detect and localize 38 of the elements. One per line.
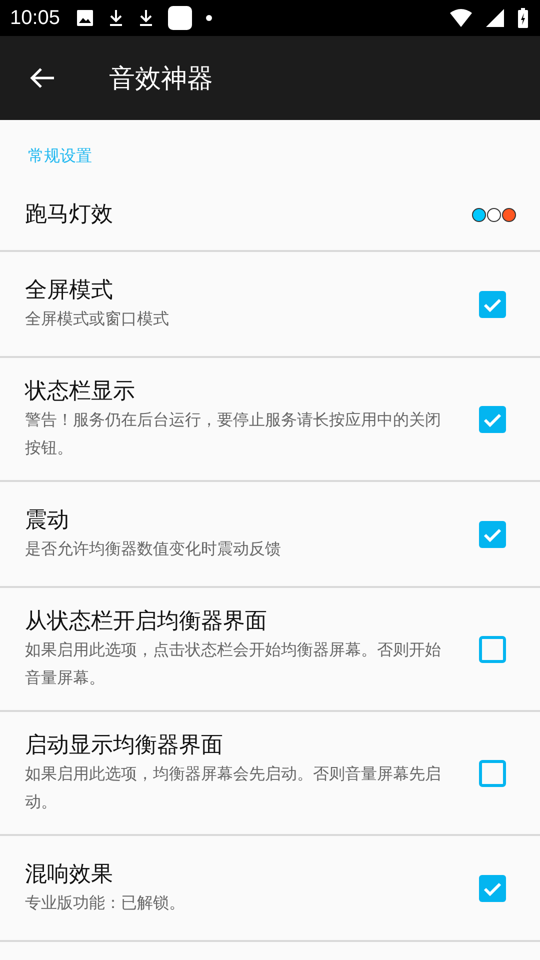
checkbox[interactable] bbox=[479, 636, 506, 662]
dot-icon bbox=[206, 15, 212, 21]
square-icon bbox=[168, 6, 192, 30]
setting-summary: 如果启用此选项，点击状态栏会开始均衡器屏幕。否则开始音量屏幕。 bbox=[25, 639, 442, 689]
setting-row[interactable]: 启动显示均衡器界面 如果启用此选项，均衡器屏幕会先启动。否则音量屏幕先启动。 bbox=[0, 712, 540, 836]
status-time: 10:05 bbox=[10, 6, 60, 30]
setting-title: 震动 bbox=[25, 507, 70, 535]
setting-summary: 专业版功能：已解锁。 bbox=[25, 892, 186, 914]
setting-title: 状态栏显示 bbox=[25, 378, 136, 406]
setting-title: 启动显示均衡器界面 bbox=[25, 732, 224, 760]
checkbox[interactable] bbox=[479, 290, 506, 318]
checkbox[interactable] bbox=[479, 406, 506, 432]
setting-title: 从状态栏开启均衡器界面 bbox=[25, 608, 268, 636]
battery-icon bbox=[518, 8, 528, 28]
setting-summary: 全屏模式或窗口模式 bbox=[25, 308, 170, 330]
setting-title: 全屏模式 bbox=[25, 277, 114, 305]
setting-summary: 如果启用此选项，均衡器屏幕会先启动。否则音量屏幕先启动。 bbox=[25, 763, 442, 813]
screen-title: 音效神器 bbox=[109, 62, 213, 96]
signal-icon bbox=[486, 9, 504, 27]
download-icon bbox=[138, 9, 154, 27]
checkbox[interactable] bbox=[479, 520, 506, 548]
setting-summary: 是否允许均衡器数值变化时震动反馈 bbox=[25, 538, 282, 560]
back-arrow-icon[interactable] bbox=[29, 67, 55, 89]
image-icon bbox=[76, 9, 94, 27]
setting-summary: 警告！服务仍在后台运行，要停止服务请长按应用中的关闭按钮。 bbox=[25, 409, 442, 459]
download-icon bbox=[108, 9, 124, 27]
setting-title: 跑马灯效 bbox=[25, 201, 114, 229]
setting-row[interactable]: 状态栏显示 警告！服务仍在后台运行，要停止服务请长按应用中的关闭按钮。 bbox=[0, 358, 540, 482]
wifi-icon bbox=[450, 9, 472, 27]
checkbox[interactable] bbox=[479, 760, 506, 786]
setting-row[interactable]: 跑马灯效 bbox=[0, 180, 540, 252]
setting-row[interactable]: 全屏模式 全屏模式或窗口模式 bbox=[0, 252, 540, 358]
section-header: 常规设置 bbox=[27, 145, 93, 167]
setting-row[interactable]: 震动 是否允许均衡器数值变化时震动反馈 bbox=[0, 482, 540, 588]
setting-title: 混响效果 bbox=[25, 861, 114, 889]
setting-row[interactable]: 从状态栏开启均衡器界面 如果启用此选项，点击状态栏会开始均衡器屏幕。否则开始音量屏幕。 bbox=[0, 588, 540, 712]
setting-row[interactable]: 混响效果 专业版功能：已解锁。 bbox=[0, 836, 540, 942]
checkbox[interactable] bbox=[479, 874, 506, 902]
